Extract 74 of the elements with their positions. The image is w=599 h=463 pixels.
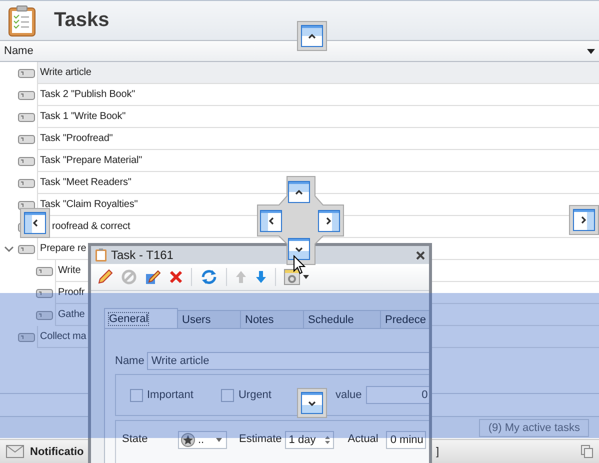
dock-up-icon[interactable]	[288, 181, 310, 203]
window-icon[interactable]	[581, 445, 593, 458]
value-label: value	[336, 389, 362, 401]
down-arrow-icon[interactable]	[255, 270, 267, 284]
actual-label: Actual	[348, 433, 378, 445]
checkbox[interactable]	[221, 388, 234, 402]
task-icon	[18, 112, 35, 122]
task-name[interactable]: Task 2 "Publish Book"	[40, 89, 136, 100]
chevron-down-icon[interactable]	[4, 245, 14, 253]
checkbox-label: Important	[147, 389, 194, 401]
tab[interactable]: Users	[177, 310, 241, 328]
task-icon	[18, 200, 35, 210]
task-icon	[18, 244, 35, 254]
task-name[interactable]: roofread & correct	[52, 221, 130, 232]
state-label: State	[122, 433, 149, 445]
task-name[interactable]: Task "Prepare Material"	[40, 155, 142, 166]
task-name[interactable]: Write article	[40, 67, 92, 78]
dock-right-icon[interactable]	[318, 210, 340, 232]
star-icon	[181, 433, 195, 447]
cursor-icon	[293, 255, 306, 275]
checkbox-label: Urgent	[238, 389, 272, 401]
name-field[interactable]: Write article	[147, 352, 429, 370]
task-icon	[18, 134, 35, 144]
dock-right-icon[interactable]	[569, 205, 599, 235]
checkbox[interactable]	[130, 388, 143, 402]
pencil-icon[interactable]	[145, 269, 161, 285]
dock-down-icon[interactable]	[288, 238, 310, 260]
clipboard-icon	[8, 4, 36, 36]
delete-icon[interactable]	[169, 270, 183, 284]
task-icon	[18, 90, 35, 100]
dropdown-icon[interactable]	[587, 48, 595, 54]
notifications-label[interactable]: Notificatio	[30, 446, 84, 458]
estimate-field[interactable]: 1 day	[284, 431, 334, 449]
task-name[interactable]: Collect ma	[40, 331, 86, 342]
spinner-icon[interactable]	[324, 435, 330, 445]
task-icon	[18, 178, 35, 188]
task-icon	[18, 156, 35, 166]
page-title: Tasks	[54, 9, 110, 32]
task-icon	[36, 288, 53, 298]
actual-field[interactable]: 0 minu	[386, 431, 426, 449]
dock-up-icon[interactable]	[297, 21, 327, 51]
task-icon	[18, 332, 35, 342]
task-name[interactable]: Task 1 "Write Book"	[40, 111, 126, 122]
task-name[interactable]: Task "Claim Royalties"	[40, 199, 138, 210]
my-active-tasks-button[interactable]: (9) My active tasks	[479, 419, 589, 437]
pencil-icon[interactable]	[97, 269, 113, 285]
tab[interactable]: Schedule	[303, 310, 381, 328]
task-name[interactable]: Task "Proofread"	[40, 133, 113, 144]
column-header[interactable]: Name	[0, 40, 599, 62]
task-name[interactable]: Write	[58, 265, 81, 276]
caret-icon[interactable]	[303, 275, 309, 279]
task-name[interactable]: Proofr	[58, 287, 85, 298]
tab[interactable]: General	[104, 308, 178, 328]
state-dropdown[interactable]: ..	[178, 431, 227, 449]
name-label: Name	[115, 355, 144, 367]
tab[interactable]: Predece	[380, 310, 429, 328]
status-text: ]	[436, 446, 439, 458]
clipboard-icon	[95, 248, 107, 262]
window-title: Task - T161	[111, 248, 174, 262]
value-field[interactable]: 0	[366, 386, 429, 404]
refresh-icon[interactable]	[200, 269, 218, 285]
gear-window-icon[interactable]	[284, 269, 300, 285]
dock-left-icon[interactable]	[260, 210, 282, 232]
task-icon	[36, 310, 53, 320]
dock-left-icon[interactable]	[20, 208, 50, 238]
envelope-icon	[6, 445, 24, 458]
task-name[interactable]: Task "Meet Readers"	[40, 177, 132, 188]
tab[interactable]: Notes	[240, 310, 304, 328]
task-name[interactable]: Prepare re	[40, 243, 86, 254]
task-icon	[36, 266, 53, 276]
task-icon	[18, 68, 35, 78]
estimate-label: Estimate	[239, 433, 282, 445]
task-name[interactable]: Gathe	[58, 309, 85, 320]
close-icon[interactable]	[416, 250, 425, 260]
